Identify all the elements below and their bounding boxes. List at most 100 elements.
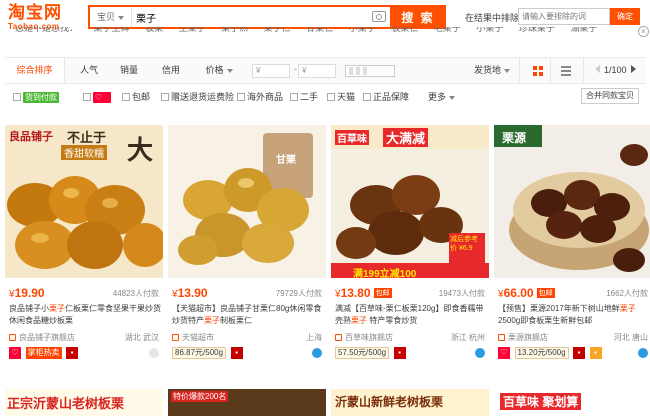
product-card-partial[interactable]: 百草味 聚划算 bbox=[494, 389, 650, 416]
price-slider[interactable] bbox=[345, 65, 395, 77]
image-headline-text: 正宗沂蒙山老树板栗 bbox=[7, 396, 125, 411]
shop-icon bbox=[335, 334, 342, 341]
merge-same-button[interactable]: 合并同款宝贝 bbox=[581, 88, 639, 104]
shop-link[interactable]: 栗源旗舰店 bbox=[498, 332, 548, 343]
search-input[interactable] bbox=[136, 8, 376, 26]
exclude-label: 在结果中排除 bbox=[465, 13, 520, 23]
price-max-input[interactable]: ¥ bbox=[298, 64, 336, 78]
sort-sales[interactable]: 销量 bbox=[109, 58, 149, 83]
exclude-confirm-button[interactable]: 确定 bbox=[610, 8, 640, 25]
price-min-input[interactable]: ¥ bbox=[252, 64, 290, 78]
ship-from-select[interactable]: 发货地 bbox=[467, 58, 517, 83]
list-view-icon[interactable] bbox=[561, 66, 571, 76]
chevron-down-icon bbox=[118, 15, 124, 20]
image-package-text: 甘栗 bbox=[276, 155, 296, 166]
product-location: 上海 bbox=[306, 333, 322, 342]
shop-name: 百草味旗舰店 bbox=[345, 333, 393, 342]
grid-view-icon[interactable] bbox=[533, 66, 543, 76]
sort-credit[interactable]: 信用 bbox=[151, 58, 191, 83]
product-pay-count: 79729人付款 bbox=[275, 289, 322, 298]
close-icon[interactable]: × bbox=[638, 26, 649, 37]
suggestion-link[interactable]: 甘栗仁 bbox=[306, 27, 333, 39]
suggestion-link[interactable]: 板栗 bbox=[145, 27, 163, 39]
exclude-input[interactable] bbox=[518, 8, 610, 25]
product-image[interactable]: 甘栗 bbox=[168, 125, 326, 278]
filter-free-shipping[interactable]: 包邮 bbox=[122, 91, 150, 103]
product-card[interactable]: 良品铺子 不止于 香甜软糯 大 ¥19.90 44823人付款 良品铺子小栗子仁… bbox=[5, 125, 163, 375]
suggestion-link[interactable]: 小栗子 bbox=[349, 27, 376, 39]
product-location: 湖北 武汉 bbox=[124, 333, 159, 342]
checkbox[interactable] bbox=[290, 93, 298, 101]
shop-link[interactable]: 百草味旗舰店 bbox=[335, 332, 393, 343]
gold-seller-icon: ▪ bbox=[589, 347, 602, 359]
product-image[interactable]: 良品铺子 不止于 香甜软糯 大 bbox=[5, 125, 163, 278]
product-pay-count: 1662人付款 bbox=[606, 289, 648, 298]
suggestion-link[interactable]: 油栗子 bbox=[570, 27, 597, 39]
suggestion-link[interactable]: 毛栗子 bbox=[434, 27, 461, 39]
image-subline-text: 香甜软糯 bbox=[61, 145, 107, 160]
tmall-badge-icon: ▪ bbox=[573, 347, 586, 359]
suggestion-link[interactable]: 板栗仁 bbox=[391, 27, 418, 39]
product-price: ¥13.90 bbox=[172, 286, 208, 300]
wangwang-chat-icon[interactable] bbox=[638, 348, 648, 358]
filter-label: 天猫 bbox=[337, 92, 356, 102]
title-highlight: 栗子 bbox=[204, 316, 220, 325]
suggestion-link[interactable]: 生栗子 bbox=[179, 27, 206, 39]
suggestion-link[interactable]: 小栗子 bbox=[476, 27, 503, 39]
product-image[interactable]: 栗源 bbox=[494, 125, 650, 278]
product-price: ¥19.90 bbox=[9, 286, 45, 300]
search-scope-label: 宝贝 bbox=[96, 12, 115, 22]
product-title[interactable]: 【预售】栗源2017年新下树山地鲜栗子 2500g即食板栗生新鲜包邮 bbox=[498, 303, 650, 327]
sort-popularity[interactable]: 人气 bbox=[69, 58, 109, 83]
checkbox[interactable] bbox=[83, 93, 91, 101]
next-page-icon[interactable] bbox=[631, 65, 636, 73]
product-card[interactable]: 栗源 ¥66.00 包邮 1662人付款 【预售】栗源2017年新下树山地鲜栗子 2… bbox=[494, 125, 650, 375]
checkbox[interactable] bbox=[237, 93, 245, 101]
sort-price[interactable]: 价格 bbox=[197, 58, 241, 83]
filter-bar: 货到付款 ♡ 包邮 赠送退货运费险 海外商品 二手 天猫 正品保障 更多 合并同… bbox=[5, 87, 645, 106]
suggestion-link[interactable]: 栗子仁 bbox=[264, 27, 291, 39]
free-shipping-badge: 包邮 bbox=[536, 288, 555, 298]
checkbox[interactable] bbox=[327, 93, 335, 101]
product-title[interactable]: 满减【百草味-栗仁板栗120g】即食香糯带壳熟栗子 特产零食炒货 bbox=[335, 303, 487, 327]
wangwang-chat-icon[interactable] bbox=[475, 348, 485, 358]
shop-link[interactable]: 良品铺子旗舰店 bbox=[9, 332, 75, 343]
title-highlight: 栗子 bbox=[619, 304, 636, 313]
checkbox[interactable] bbox=[363, 93, 371, 101]
filter-return-insurance[interactable]: 赠送退货运费险 bbox=[161, 91, 234, 103]
checkbox[interactable] bbox=[122, 93, 130, 101]
product-price-value: 66.00 bbox=[503, 286, 534, 300]
search-scope-select[interactable]: 宝贝 bbox=[90, 7, 132, 27]
product-card-partial[interactable]: 特价爆款200名 bbox=[168, 389, 326, 416]
shop-link[interactable]: 天猫超市 bbox=[172, 332, 214, 343]
sort-default[interactable]: 综合排序 bbox=[5, 58, 65, 83]
product-card[interactable]: 百草味 大满减 满199立减100 减后参考价 ¥6.9 ¥13.80 包邮 19… bbox=[331, 125, 489, 375]
suggestion-link[interactable]: 珍珠栗子 bbox=[519, 27, 555, 39]
filter-cod[interactable]: 货到付款 bbox=[13, 91, 59, 104]
checkbox[interactable] bbox=[13, 93, 21, 101]
prev-page-icon[interactable] bbox=[595, 65, 600, 73]
filter-genuine[interactable]: 正品保障 bbox=[363, 91, 409, 103]
filter-tmall[interactable]: 天猫 bbox=[327, 91, 355, 103]
filter-overseas[interactable]: 海外商品 bbox=[237, 91, 283, 103]
product-card[interactable]: 甘栗 ¥13.90 79729人付款 【天猫超市】良品铺子甘栗仁80g休闲零食炒… bbox=[168, 125, 326, 375]
product-card-partial[interactable]: 正宗沂蒙山老树板栗 bbox=[5, 389, 163, 416]
product-title[interactable]: 良品铺子小栗子仁板栗仁零食坚果干果炒货休闲食品糖炒板栗 bbox=[9, 303, 161, 327]
product-title[interactable]: 【天猫超市】良品铺子甘栗仁80g休闲零食炒货特产栗子制板栗仁 bbox=[172, 303, 324, 327]
unit-price-tag: 13.20元/500g bbox=[514, 347, 569, 359]
unit-price-tag: 86.87元/500g bbox=[172, 347, 227, 359]
filter-second-hand[interactable]: 二手 bbox=[290, 91, 318, 103]
product-card-partial[interactable]: 沂蒙山新鲜老树板栗 bbox=[331, 389, 489, 416]
wangwang-chat-icon[interactable] bbox=[312, 348, 322, 358]
chevron-down-icon bbox=[504, 68, 510, 73]
suggestion-link[interactable]: 栗子熟 bbox=[221, 27, 248, 39]
filter-more[interactable]: 更多 bbox=[428, 91, 456, 103]
camera-icon[interactable] bbox=[372, 11, 386, 22]
ship-from-label: 发货地 bbox=[473, 65, 501, 75]
product-image[interactable]: 百草味 大满减 满199立减100 减后参考价 ¥6.9 bbox=[331, 125, 489, 278]
logo-text: 淘宝网 bbox=[8, 3, 62, 22]
checkbox[interactable] bbox=[161, 93, 169, 101]
suggestion-link[interactable]: 栗子生鲜 bbox=[94, 27, 130, 39]
search-button[interactable]: 搜 索 bbox=[390, 5, 446, 29]
filter-promo[interactable]: ♡ bbox=[83, 91, 111, 104]
